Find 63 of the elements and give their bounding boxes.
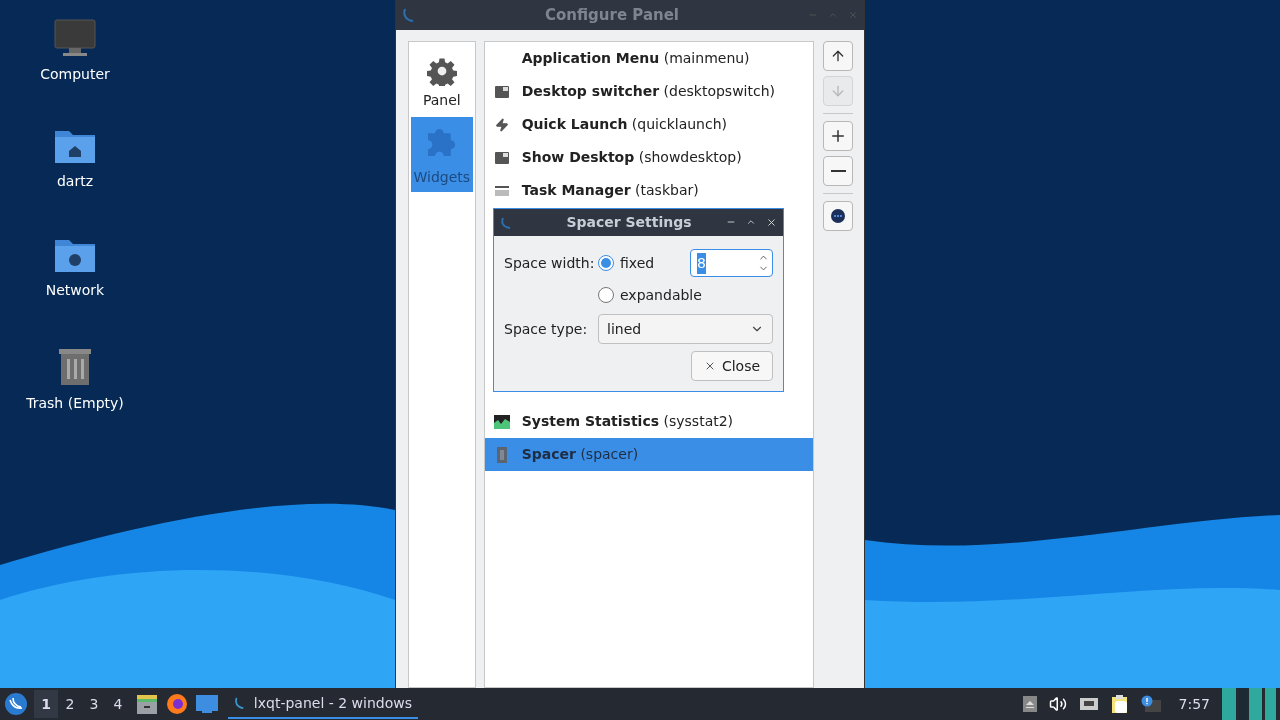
- field-label: Space type:: [504, 319, 589, 339]
- widget-label: Spacer (spacer): [521, 445, 639, 464]
- window-icon: [494, 151, 509, 164]
- widget-label: Task Manager (taskbar): [521, 181, 699, 200]
- radio-button[interactable]: [598, 255, 614, 271]
- widget-row[interactable]: Task Manager (taskbar): [484, 174, 814, 207]
- desktop-icon-label[interactable]: Computer: [40, 64, 110, 85]
- desktop-icon-label[interactable]: Trash (Empty): [26, 393, 124, 414]
- more-button[interactable]: [823, 201, 854, 231]
- up-button[interactable]: [823, 41, 854, 71]
- lightning-icon: [494, 117, 509, 132]
- widget-row[interactable]: Show Desktop (showdesktop): [484, 141, 814, 174]
- sidebar-item[interactable]: Panel: [410, 52, 473, 115]
- radio-button[interactable]: [598, 287, 614, 303]
- start-menu-icon[interactable]: [4, 692, 28, 716]
- monitor-icon: [53, 18, 97, 58]
- notification-icon[interactable]: [1140, 695, 1161, 713]
- clock[interactable]: 7:57: [1178, 693, 1210, 715]
- window-title: Configure Panel: [544, 4, 680, 26]
- widget-row[interactable]: Spacer (spacer): [484, 438, 814, 471]
- chart-icon: [493, 414, 510, 429]
- taskbar-icon: [494, 184, 509, 197]
- volume-icon[interactable]: [1048, 695, 1067, 713]
- desktop-pager-drawing[interactable]: [1222, 688, 1276, 720]
- widget-label: Application Menu (mainmenu): [521, 49, 750, 68]
- close-button[interactable]: Close: [691, 351, 773, 381]
- widget-label: System Statistics (sysstat2): [521, 412, 734, 431]
- close-icon[interactable]: [766, 217, 777, 228]
- network-icon[interactable]: [1078, 696, 1099, 712]
- radio-label: expandable: [620, 285, 702, 305]
- clipboard-icon[interactable]: [1110, 694, 1129, 714]
- workspace-button[interactable]: 4: [106, 690, 130, 718]
- widget-label: Show Desktop (showdesktop): [521, 148, 742, 167]
- widget-row[interactable]: Quick Launch (quicklaunch): [484, 108, 814, 141]
- app-icon: [234, 695, 246, 711]
- widget-label: Quick Launch (quicklaunch): [521, 115, 728, 134]
- desktop-icon-label[interactable]: dartz: [56, 171, 94, 192]
- dialog-title: Spacer Settings: [565, 213, 693, 232]
- remove-button[interactable]: [823, 156, 854, 186]
- widget-row[interactable]: System Statistics (sysstat2): [484, 405, 814, 438]
- widget-row[interactable]: Application Menu (mainmenu): [484, 42, 814, 75]
- browser-icon[interactable]: [166, 693, 188, 715]
- eject-icon[interactable]: [1022, 696, 1037, 712]
- gear-icon: [426, 56, 457, 86]
- workspace-button[interactable]: 1: [34, 690, 58, 718]
- file-manager-icon[interactable]: [136, 694, 158, 714]
- radio-label: fixed: [620, 253, 655, 273]
- field-label: Space width:: [504, 253, 596, 273]
- more-icon: [831, 209, 846, 223]
- window-icon[interactable]: [196, 695, 218, 713]
- spacer-icon: [496, 446, 507, 463]
- widget-label: Desktop switcher (desktopswitch): [521, 82, 775, 101]
- workspace-button[interactable]: 2: [58, 690, 82, 718]
- app-icon: [500, 215, 512, 230]
- desktop-icon-label[interactable]: Network: [45, 280, 105, 301]
- add-button[interactable]: [823, 121, 854, 151]
- task-button[interactable]: lxqt-panel - 2 windows: [228, 689, 418, 719]
- workspace-button[interactable]: 3: [82, 690, 106, 718]
- space-type-dropdown[interactable]: lined: [598, 314, 773, 344]
- app-icon: [402, 7, 416, 23]
- window-icon: [494, 85, 509, 98]
- minus-icon: [830, 170, 846, 172]
- widget-row[interactable]: Desktop switcher (desktopswitch): [484, 75, 814, 108]
